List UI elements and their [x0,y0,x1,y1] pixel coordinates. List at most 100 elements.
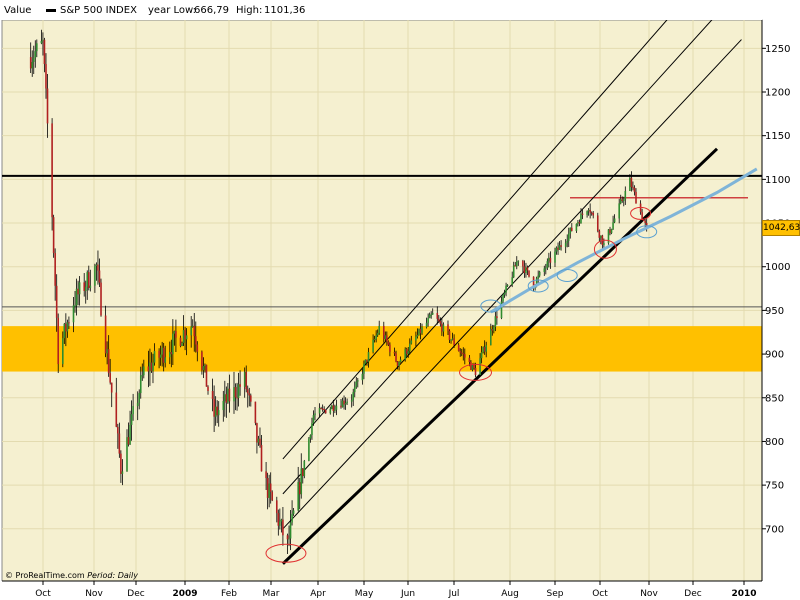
candle-up [410,340,413,344]
candle-up [191,325,194,327]
candle-down [621,199,624,201]
x-tick-label: Jul [448,589,460,599]
candle-down [57,317,60,365]
x-tick-label: Oct [592,589,608,599]
candle-down [77,288,79,295]
candle-up [168,352,171,358]
candle-down [457,345,460,351]
candle-down [46,88,49,124]
candle-up [214,406,217,417]
candle-up [312,415,315,424]
candle-up [428,314,431,319]
candle-up [121,471,124,474]
candle-up [357,380,359,382]
candle-up [577,222,579,224]
y-tick-label: 1200 [765,88,790,99]
candle-up [373,338,376,340]
support-band [2,326,762,372]
candle-down [248,393,251,396]
candle-up [224,394,226,401]
candle-up [587,209,590,212]
candle-up [505,285,507,293]
candle-up [355,381,358,387]
candle-up [288,538,290,540]
candle-down [609,229,611,234]
candle-up [344,402,347,405]
x-tick-label: Apr [310,589,326,599]
candle-up [237,384,240,399]
candle-up [555,247,558,252]
candle-up [545,267,547,269]
candle-down [29,57,32,69]
candle-up [511,277,513,285]
candle-up [161,347,163,355]
candle-up [31,61,34,69]
candle-down [236,397,238,399]
candle-down [324,409,327,414]
candle-up [575,223,578,231]
x-tick-label: Sep [547,589,564,599]
candle-up [292,510,295,514]
candle-up [75,288,78,306]
candle-down [382,325,385,339]
chart-header: Value S&P 500 INDEX year Low: 666,79 Hig… [0,0,762,20]
candle-down [107,349,110,374]
candle-down [265,471,267,479]
candle-down [83,282,85,292]
candle-up [479,358,481,376]
candle-up [538,271,541,276]
candle-up [603,243,605,245]
candle-up [363,363,365,374]
current-price-badge: 1042,63 [762,220,800,236]
candle-down [286,535,289,540]
candle-down [150,362,153,371]
y-tick-label: 850 [765,393,784,404]
candle-up [34,51,37,58]
candle-down [109,373,111,383]
candle-up [586,211,588,215]
candle-down [254,401,257,424]
x-tick-label: Mar [263,589,280,599]
year-low-value: 666,79 [194,5,229,16]
candle-up [329,408,332,414]
candle-down [468,357,471,363]
candle-down [644,220,646,223]
candle-up [190,326,192,336]
candle-up [222,400,225,411]
candle-up [74,305,76,307]
source-credit: © ProRealTime.com Period: Daily [5,571,138,580]
candle-up [618,203,620,219]
y-tick-label: 1250 [765,44,790,55]
candle-down [193,325,196,337]
candle-up [525,267,527,274]
x-tick-label: Dec [684,589,701,599]
candle-up [619,199,622,204]
candle-down [196,344,199,352]
candle-down [211,390,214,400]
candle-down [277,513,280,526]
candle-up [334,409,336,411]
x-tick-label: 2010 [731,589,756,599]
candle-down [147,366,150,372]
candle-down [491,328,494,331]
candle-down [557,247,559,250]
right-axis-background [762,20,800,581]
candle-up [138,393,141,403]
candle-down [55,285,58,318]
candle-down [436,312,439,319]
candle-up [280,519,283,522]
candle-down [100,282,102,316]
candle-up [350,400,353,402]
candle-up [512,265,515,278]
candle-down [115,392,118,427]
candle-down [470,362,472,370]
candle-down [282,519,284,536]
y-tick-label: 700 [765,524,784,535]
candle-up [173,331,176,334]
candle-down [225,394,228,403]
y-tick-label: 950 [765,306,784,317]
candle-up [482,346,484,353]
candle-down [526,267,529,271]
candle-down [266,478,269,498]
candle-down [581,213,584,215]
